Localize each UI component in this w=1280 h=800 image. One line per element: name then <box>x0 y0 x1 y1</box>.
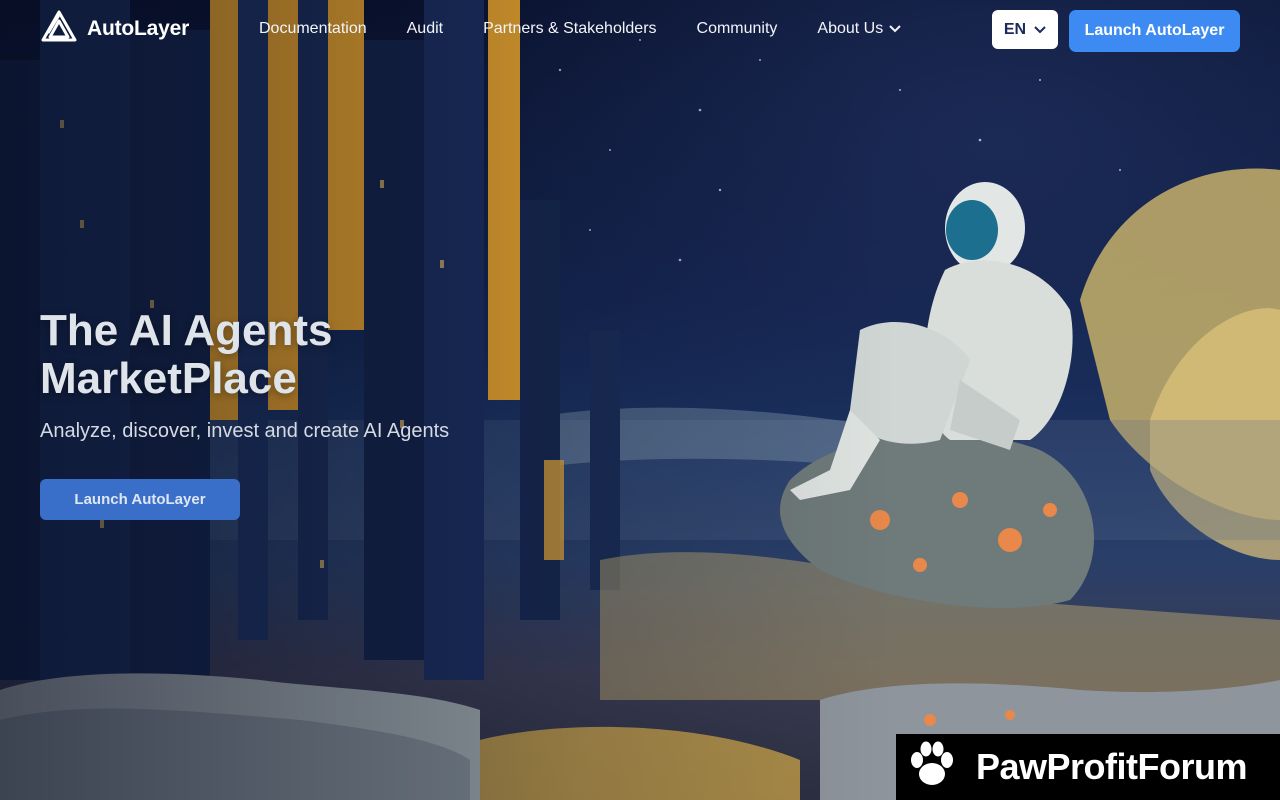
autolayer-logo-icon <box>40 9 78 50</box>
hero-title-line2: MarketPlace <box>40 354 297 403</box>
hero-subtitle: Analyze, discover, invest and create AI … <box>40 420 450 442</box>
watermark-text: PawProfitForum <box>976 746 1248 787</box>
nav-link-audit[interactable]: Audit <box>407 20 443 38</box>
chevron-down-icon <box>889 20 901 38</box>
chevron-down-icon <box>1034 21 1046 39</box>
top-navigation: AutoLayer Documentation Audit Partners &… <box>0 0 1280 62</box>
hero-title-line1: The AI Agents <box>40 306 333 355</box>
nav-about-label: About Us <box>817 20 884 37</box>
paw-icon <box>906 740 958 795</box>
nav-link-documentation[interactable]: Documentation <box>259 20 367 38</box>
brand-logo[interactable]: AutoLayer <box>40 9 190 50</box>
brand-name: AutoLayer <box>87 17 190 40</box>
language-value: EN <box>1003 20 1027 38</box>
nav-link-community[interactable]: Community <box>697 20 778 38</box>
nav-link-about-us[interactable]: About Us <box>817 20 901 38</box>
nav-links: Documentation Audit Partners & Stakehold… <box>259 20 941 38</box>
hero-title: The AI Agents MarketPlace <box>40 307 520 403</box>
nav-link-partners[interactable]: Partners & Stakeholders <box>483 20 656 38</box>
language-selector[interactable]: EN <box>992 10 1058 49</box>
launch-autolayer-hero-button[interactable]: Launch AutoLayer <box>40 479 240 520</box>
watermark-banner: PawProfitForum <box>896 734 1280 800</box>
launch-autolayer-nav-button[interactable]: Launch AutoLayer <box>1069 10 1240 52</box>
